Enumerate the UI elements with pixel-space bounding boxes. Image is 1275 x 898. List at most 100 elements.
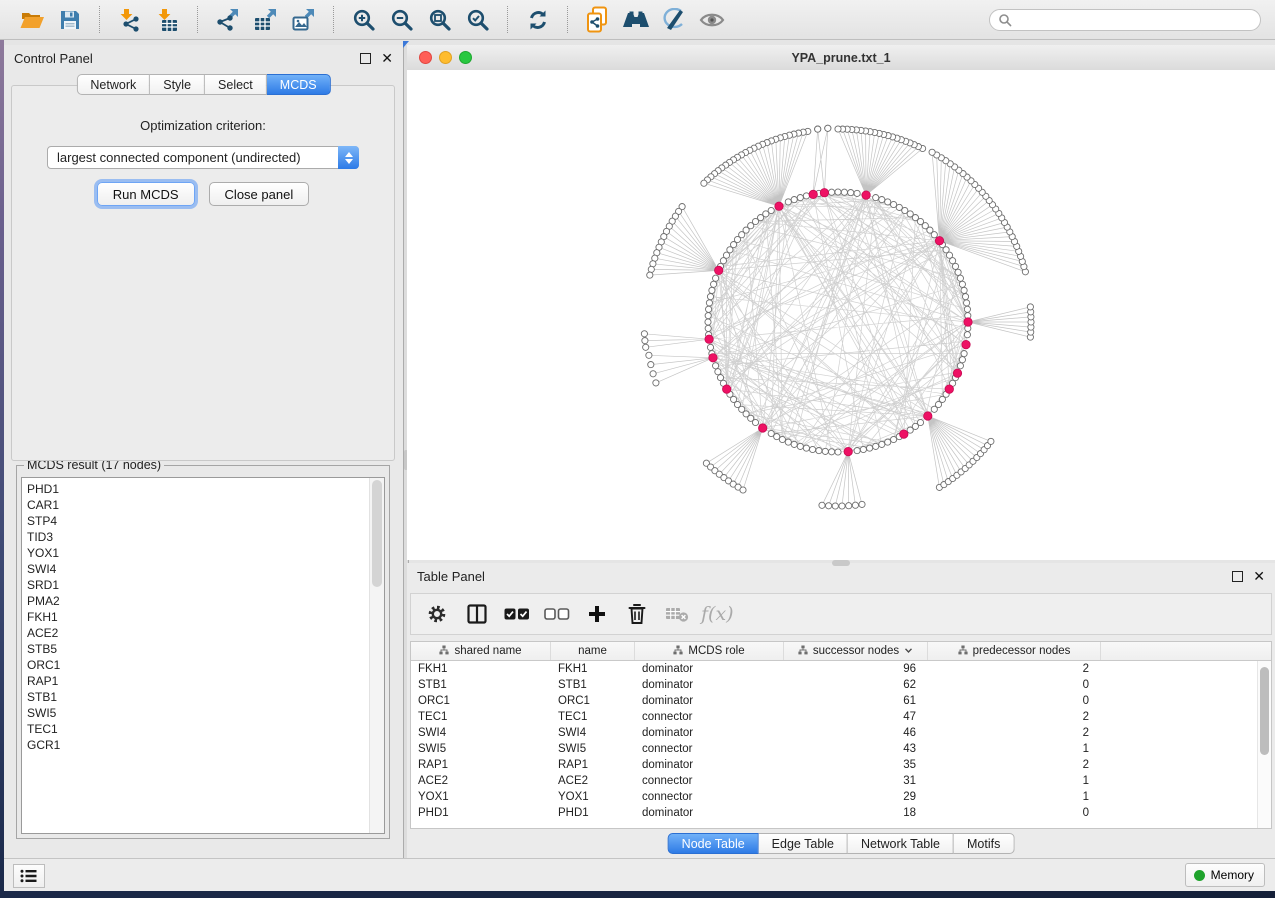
column-header-name[interactable]: name: [551, 642, 635, 660]
table-cell[interactable]: dominator: [635, 727, 784, 739]
table-cell[interactable]: connector: [635, 791, 784, 803]
table-cell[interactable]: STB1: [411, 679, 551, 691]
minimize-window-icon[interactable]: [439, 51, 452, 64]
export-network-button[interactable]: [210, 4, 246, 36]
table-row[interactable]: ACE2ACE2connector311: [411, 773, 1271, 789]
mcds-result-item[interactable]: SRD1: [27, 577, 384, 593]
mcds-result-item[interactable]: STB5: [27, 641, 384, 657]
table-row[interactable]: SWI5SWI5connector431: [411, 741, 1271, 757]
table-cell[interactable]: 2: [928, 711, 1101, 723]
table-cell[interactable]: ORC1: [411, 695, 551, 707]
panel-resize-handle[interactable]: [832, 560, 850, 566]
delete-table-button[interactable]: [661, 598, 693, 630]
export-table-button[interactable]: [248, 4, 284, 36]
hide-details-button[interactable]: [656, 4, 692, 36]
table-cell[interactable]: RAP1: [411, 759, 551, 771]
table-row[interactable]: FKH1FKH1dominator962: [411, 661, 1271, 677]
table-cell[interactable]: STB1: [551, 679, 635, 691]
table-cell[interactable]: 1: [928, 791, 1101, 803]
close-panel-button[interactable]: Close panel: [209, 182, 310, 206]
table-cell[interactable]: dominator: [635, 807, 784, 819]
column-header-successor-nodes[interactable]: successor nodes: [784, 642, 928, 660]
table-cell[interactable]: FKH1: [411, 663, 551, 675]
column-header-shared-name[interactable]: shared name: [411, 642, 551, 660]
save-button[interactable]: [52, 4, 88, 36]
table-row[interactable]: ORC1ORC1dominator610: [411, 693, 1271, 709]
table-cell[interactable]: dominator: [635, 759, 784, 771]
memory-button[interactable]: Memory: [1185, 863, 1265, 887]
table-cell[interactable]: 43: [784, 743, 928, 755]
mcds-list-scrollbar[interactable]: [369, 478, 384, 833]
export-web-button[interactable]: [580, 4, 616, 36]
column-header-predecessor-nodes[interactable]: predecessor nodes: [928, 642, 1101, 660]
search-field[interactable]: [989, 9, 1261, 31]
table-cell[interactable]: 47: [784, 711, 928, 723]
table-cell[interactable]: RAP1: [551, 759, 635, 771]
table-cell[interactable]: dominator: [635, 695, 784, 707]
table-cell[interactable]: SWI4: [411, 727, 551, 739]
criterion-select[interactable]: largest connected component (undirected): [47, 146, 359, 169]
table-cell[interactable]: YOX1: [551, 791, 635, 803]
table-cell[interactable]: 29: [784, 791, 928, 803]
table-cell[interactable]: 2: [928, 663, 1101, 675]
table-cell[interactable]: SWI5: [411, 743, 551, 755]
mcds-result-item[interactable]: RAP1: [27, 673, 384, 689]
select-all-button[interactable]: [501, 598, 533, 630]
table-settings-button[interactable]: [421, 598, 453, 630]
table-cell[interactable]: SWI4: [551, 727, 635, 739]
table-row[interactable]: PHD1PHD1dominator180: [411, 805, 1271, 821]
task-history-button[interactable]: [13, 864, 45, 888]
tab-network[interactable]: Network: [76, 74, 150, 95]
delete-column-button[interactable]: [621, 598, 653, 630]
scrollbar-thumb[interactable]: [1260, 667, 1269, 755]
mcds-result-item[interactable]: FKH1: [27, 609, 384, 625]
float-panel-icon[interactable]: [360, 53, 371, 64]
zoom-in-button[interactable]: [346, 4, 382, 36]
table-cell[interactable]: PHD1: [411, 807, 551, 819]
table-cell[interactable]: 0: [928, 679, 1101, 691]
table-row[interactable]: TEC1TEC1connector472: [411, 709, 1271, 725]
mcds-result-item[interactable]: CAR1: [27, 497, 384, 513]
mcds-result-item[interactable]: ACE2: [27, 625, 384, 641]
tab-node-table[interactable]: Node Table: [668, 833, 759, 854]
table-row[interactable]: RAP1RAP1dominator352: [411, 757, 1271, 773]
table-cell[interactable]: FKH1: [551, 663, 635, 675]
open-file-button[interactable]: [14, 4, 50, 36]
export-image-button[interactable]: [286, 4, 322, 36]
column-header-mcds-role[interactable]: MCDS role: [635, 642, 784, 660]
tab-mcds[interactable]: MCDS: [267, 74, 331, 95]
search-input[interactable]: [1017, 12, 1252, 28]
table-cell[interactable]: 31: [784, 775, 928, 787]
network-canvas[interactable]: [407, 70, 1275, 560]
add-column-button[interactable]: [581, 598, 613, 630]
table-cell[interactable]: YOX1: [411, 791, 551, 803]
zoom-fit-button[interactable]: [422, 4, 458, 36]
table-cell[interactable]: 2: [928, 759, 1101, 771]
table-cell[interactable]: 62: [784, 679, 928, 691]
table-cell[interactable]: TEC1: [411, 711, 551, 723]
table-cell[interactable]: connector: [635, 775, 784, 787]
mcds-result-item[interactable]: TID3: [27, 529, 384, 545]
tab-edge-table[interactable]: Edge Table: [759, 833, 848, 854]
network-graph[interactable]: [407, 70, 1275, 560]
table-cell[interactable]: 1: [928, 743, 1101, 755]
function-builder-button[interactable]: f(x): [701, 603, 734, 625]
import-table-button[interactable]: [150, 4, 186, 36]
close-table-panel-icon[interactable]: ✕: [1253, 571, 1265, 581]
table-cell[interactable]: connector: [635, 711, 784, 723]
mcds-result-item[interactable]: YOX1: [27, 545, 384, 561]
table-cell[interactable]: dominator: [635, 663, 784, 675]
table-cell[interactable]: 2: [928, 727, 1101, 739]
table-scrollbar[interactable]: [1257, 661, 1271, 828]
table-cell[interactable]: PHD1: [551, 807, 635, 819]
table-cell[interactable]: connector: [635, 743, 784, 755]
zoom-selected-button[interactable]: [460, 4, 496, 36]
table-cell[interactable]: SWI5: [551, 743, 635, 755]
network-window-titlebar[interactable]: YPA_prune.txt_1: [407, 45, 1275, 71]
mcds-result-item[interactable]: TEC1: [27, 721, 384, 737]
tab-style[interactable]: Style: [150, 74, 205, 95]
table-cell[interactable]: 46: [784, 727, 928, 739]
table-cell[interactable]: ACE2: [551, 775, 635, 787]
mcds-result-item[interactable]: SWI4: [27, 561, 384, 577]
table-cell[interactable]: 0: [928, 807, 1101, 819]
